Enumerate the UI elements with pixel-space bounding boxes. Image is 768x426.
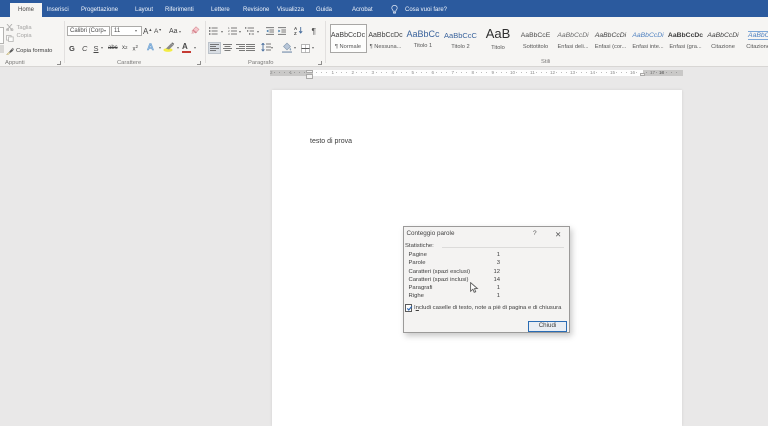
svg-text:3: 3	[228, 32, 230, 35]
svg-text:Z: Z	[294, 31, 297, 35]
